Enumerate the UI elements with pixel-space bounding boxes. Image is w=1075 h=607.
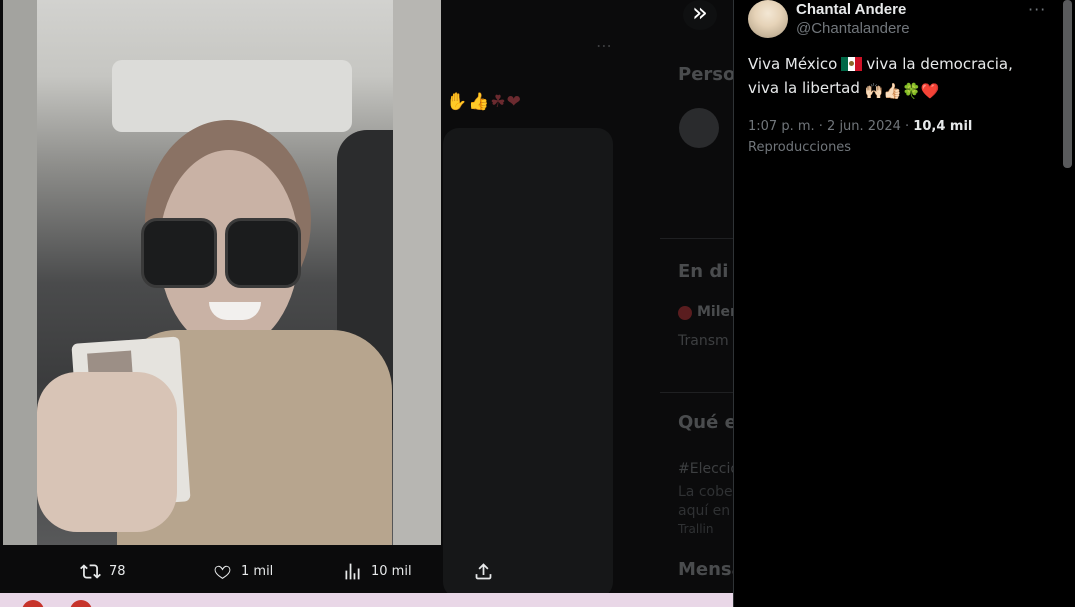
background-divider — [660, 238, 733, 239]
retweet-icon — [80, 563, 101, 579]
background-avatar — [679, 108, 719, 148]
bottom-taskbar-strip — [0, 593, 733, 607]
photo-hand — [37, 372, 177, 532]
post-meta: 1:07 p. m. · 2 jun. 2024 · 10,4 mil — [748, 119, 972, 134]
post-timestamp[interactable]: 1:07 p. m. · 2 jun. 2024 · — [748, 119, 909, 134]
post-photo[interactable] — [3, 0, 441, 545]
taskbar-app-icon[interactable] — [70, 600, 92, 607]
background-heading-trends: Qué e — [678, 412, 733, 433]
retweet-count: 78 — [109, 563, 126, 579]
post-views-label: Reproducciones — [748, 140, 852, 155]
author-handle[interactable]: @Chantalandere — [796, 20, 910, 37]
post-emojis: 🙌🏻👍🏻🍀❤️ — [864, 82, 940, 100]
photo-blur-right — [393, 0, 441, 545]
background-live-dot — [678, 306, 692, 320]
author-display-name[interactable]: Chantal Andere — [796, 1, 906, 18]
photo-sunglasses-right — [225, 218, 301, 288]
post-text-part: viva la libertad — [748, 79, 860, 97]
views-button[interactable]: 10 mil — [342, 560, 412, 582]
taskbar-app-icon[interactable] — [22, 600, 44, 607]
photo-blur-left — [3, 0, 37, 545]
post-detail-panel: Chantal Andere @Chantalandere ··· Viva M… — [733, 0, 1075, 607]
heart-icon — [214, 565, 231, 579]
share-button[interactable] — [473, 560, 502, 582]
share-icon — [475, 562, 492, 579]
analytics-icon — [345, 563, 360, 579]
author-avatar[interactable] — [748, 0, 788, 38]
post-views-count: 10,4 mil — [913, 119, 973, 134]
background-heading-live: En di — [678, 261, 729, 282]
background-hashtag: #Eleccio — [678, 461, 733, 477]
post-text-part: Viva México — [748, 55, 838, 73]
background-divider — [660, 392, 733, 393]
photo-scene — [37, 0, 427, 545]
background-live-item: Miler — [697, 304, 733, 320]
background-emoji-row: ✋👍☘❤ — [446, 92, 522, 112]
mexico-flag-icon — [841, 57, 863, 71]
post-text-part: viva la democracia, — [866, 55, 1013, 73]
like-button[interactable]: 1 mil — [212, 560, 273, 582]
photo-sunglasses-left — [141, 218, 217, 288]
retweet-button[interactable]: 78 — [80, 560, 126, 582]
like-count: 1 mil — [241, 563, 274, 579]
background-line: La cobe — [678, 484, 733, 500]
background-trans-item: Transm — [678, 333, 729, 349]
background-line: Trallin — [678, 522, 714, 536]
background-more-icon: ⋯ — [596, 36, 612, 55]
background-heading-messages: Mensa — [678, 559, 733, 580]
panel-scrollbar[interactable] — [1063, 0, 1072, 168]
expand-panel-button[interactable]: » — [683, 0, 717, 30]
post-text: Viva México viva la democracia, viva la l… — [748, 52, 1048, 103]
background-heading-persons: Perso — [678, 64, 733, 85]
background-card — [443, 128, 613, 598]
more-options-icon[interactable]: ··· — [1028, 0, 1046, 19]
views-count: 10 mil — [371, 563, 412, 579]
background-line: aquí en — [678, 503, 731, 519]
